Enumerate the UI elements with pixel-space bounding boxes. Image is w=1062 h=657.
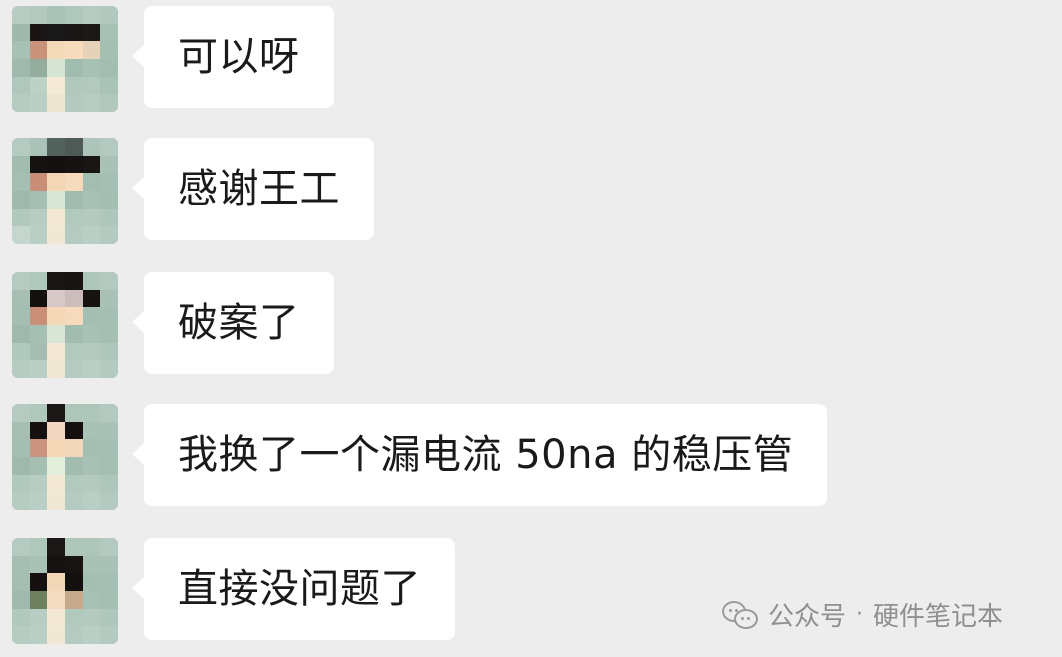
sender-avatar[interactable] <box>12 538 118 644</box>
message-text: 感谢王工 <box>178 166 340 212</box>
message-text: 我换了一个漏电流 50na 的稳压管 <box>178 432 794 478</box>
watermark-account: 硬件笔记本 <box>873 601 1004 632</box>
watermark-separator: · <box>856 601 864 627</box>
sender-avatar[interactable] <box>12 138 118 244</box>
wechat-icon <box>722 599 758 629</box>
chat-history: 可以呀 感谢王工 破案了 我换了一个漏电流 50na 的稳压管 直接没问题了 <box>0 0 1062 657</box>
message-bubble[interactable]: 我换了一个漏电流 50na 的稳压管 <box>131 404 828 506</box>
watermark-prefix: 公众号 <box>768 601 847 632</box>
message-text: 直接没问题了 <box>178 566 421 612</box>
message-bubble[interactable]: 破案了 <box>132 272 334 374</box>
sender-avatar[interactable] <box>12 404 118 510</box>
sender-avatar[interactable] <box>12 6 118 112</box>
sender-avatar[interactable] <box>12 272 118 378</box>
message-bubble[interactable]: 直接没问题了 <box>132 538 455 640</box>
message-text: 可以呀 <box>178 34 300 80</box>
message-bubble[interactable]: 可以呀 <box>132 6 334 108</box>
message-text: 破案了 <box>178 300 300 346</box>
message-bubble[interactable]: 感谢王工 <box>132 138 374 240</box>
watermark: 公众号 · 硬件笔记本 <box>722 596 1003 632</box>
